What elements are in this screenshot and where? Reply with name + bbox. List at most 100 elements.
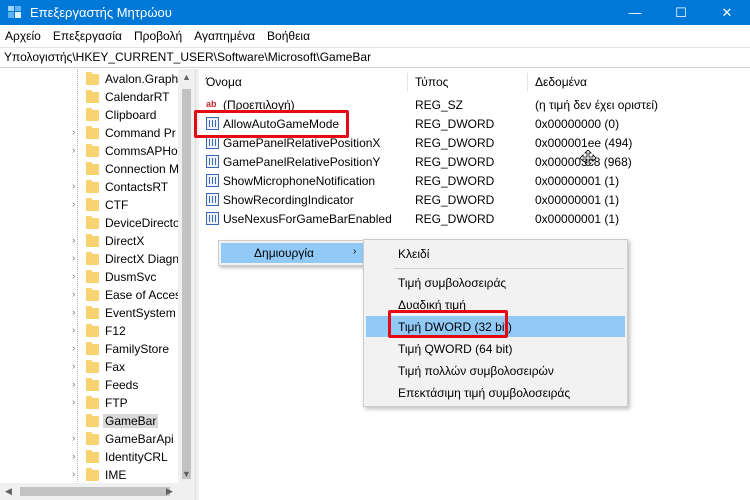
tree-item-label: EventSystem xyxy=(105,306,176,320)
registry-editor-icon xyxy=(8,6,21,18)
key-tree: Avalon.Graph CalendarRT Clipboard › Command … xyxy=(0,70,181,484)
scroll-up-icon[interactable]: ▲ xyxy=(178,69,195,86)
column-header-type[interactable]: Τύπος xyxy=(415,75,448,89)
tree-item[interactable]: Avalon.Graph xyxy=(0,70,178,88)
tree-item[interactable]: › CTF xyxy=(0,196,178,214)
scroll-thumb-horizontal[interactable] xyxy=(20,487,170,496)
chevron-right-icon[interactable]: › xyxy=(72,271,82,283)
menu-item-new[interactable]: Δημιουργία › xyxy=(221,243,363,263)
scroll-left-icon[interactable]: ◀ xyxy=(0,483,17,500)
chevron-right-icon[interactable]: › xyxy=(72,469,82,481)
submenu-item-qword-value[interactable]: Τιμή QWORD (64 bit) xyxy=(366,338,625,359)
tree-item[interactable]: › DirectX Diagn xyxy=(0,250,179,268)
chevron-right-icon[interactable]: › xyxy=(72,235,82,247)
tree-item[interactable]: GameBar xyxy=(0,412,178,430)
menu-item-new-label: Δημιουργία xyxy=(254,246,314,260)
submenu-item-expandable-string-value[interactable]: Επεκτάσιμη τιμή συμβολοσειράς xyxy=(366,382,625,403)
tree-item[interactable]: › IME xyxy=(0,466,178,484)
tree-item[interactable]: › ContactsRT xyxy=(0,178,178,196)
value-row[interactable]: UseNexusForGameBarEnabled REG_DWORD 0x0000… xyxy=(199,209,750,228)
close-button[interactable]: ✕ xyxy=(704,0,750,25)
submenu-item-dword-value[interactable]: Τιμή DWORD (32 bit) xyxy=(366,316,625,337)
close-icon: ✕ xyxy=(721,4,733,20)
column-divider[interactable] xyxy=(527,73,528,91)
tree-item-label: IdentityCRL xyxy=(105,450,168,464)
chevron-right-icon[interactable]: › xyxy=(72,397,82,409)
chevron-right-icon[interactable]: › xyxy=(72,307,82,319)
tree-item-label: Command Pr xyxy=(105,126,176,140)
tree-item[interactable]: › Command Pr xyxy=(0,124,178,142)
new-submenu: Κλειδί Τιμή συμβολοσειράς Δυαδική τιμή Τ… xyxy=(363,239,628,407)
tree-horizontal-scrollbar[interactable]: ◀ ▶ xyxy=(0,483,195,500)
chevron-right-icon[interactable]: › xyxy=(72,127,82,139)
tree-item[interactable]: › IdentityCRL xyxy=(0,448,178,466)
submenu-item-string-value[interactable]: Τιμή συμβολοσειράς xyxy=(366,272,625,293)
folder-icon xyxy=(86,144,99,157)
value-row[interactable]: GamePanelRelativePositionY REG_DWORD 0x000… xyxy=(199,152,750,171)
folder-icon xyxy=(86,198,99,211)
tree-item[interactable]: CalendarRT xyxy=(0,88,178,106)
dword-value-icon xyxy=(206,212,219,225)
value-name: UseNexusForGameBarEnabled xyxy=(223,212,392,226)
tree-item-label: CTF xyxy=(105,198,129,212)
value-type: REG_DWORD xyxy=(415,155,495,169)
folder-icon xyxy=(86,288,99,301)
chevron-right-icon[interactable]: › xyxy=(72,343,82,355)
key-tree-pane[interactable]: Avalon.Graph CalendarRT Clipboard › Command … xyxy=(0,69,195,500)
value-row[interactable]: ShowMicrophoneNotification REG_DWORD 0x000… xyxy=(199,171,750,190)
submenu-item-multi-string-value[interactable]: Τιμή πολλών συμβολοσειρών xyxy=(366,360,625,381)
value-row[interactable]: ShowRecordingIndicator REG_DWORD 0x0000000… xyxy=(199,190,750,209)
tree-item[interactable]: › Fax xyxy=(0,358,178,376)
tree-item[interactable]: › GameBarApi xyxy=(0,430,178,448)
tree-item[interactable]: Connection M xyxy=(0,160,179,178)
chevron-right-icon[interactable]: › xyxy=(72,379,82,391)
value-row[interactable]: GamePanelRelativePositionX REG_DWORD 0x000… xyxy=(199,133,750,152)
tree-vertical-scrollbar[interactable]: ▲ ▼ xyxy=(178,69,195,483)
menu-edit[interactable]: Επεξεργασία xyxy=(47,29,128,43)
chevron-right-icon[interactable]: › xyxy=(72,199,82,211)
tree-item-label: DeviceDirecto xyxy=(105,216,180,230)
value-type: REG_DWORD xyxy=(415,174,495,188)
tree-item[interactable]: › FamilyStore xyxy=(0,340,178,358)
chevron-right-icon[interactable]: › xyxy=(72,181,82,193)
chevron-right-icon[interactable]: › xyxy=(72,145,82,157)
address-bar[interactable]: Υπολογιστής\HKEY_CURRENT_USER\Software\M… xyxy=(0,47,750,68)
tree-item[interactable]: › Ease of Acces xyxy=(0,286,181,304)
submenu-item-key[interactable]: Κλειδί xyxy=(366,243,625,264)
submenu-item-label: Κλειδί xyxy=(398,247,430,261)
chevron-right-icon[interactable]: › xyxy=(72,361,82,373)
chevron-right-icon[interactable]: › xyxy=(72,253,82,265)
menu-file[interactable]: Αρχείο xyxy=(0,29,47,43)
tree-item[interactable]: Clipboard xyxy=(0,106,178,124)
column-header-data[interactable]: Δεδομένα xyxy=(535,75,587,89)
tree-item[interactable]: › EventSystem xyxy=(0,304,178,322)
tree-item[interactable]: DeviceDirecto xyxy=(0,214,180,232)
submenu-item-binary-value[interactable]: Δυαδική τιμή xyxy=(366,294,625,315)
minimize-button[interactable]: — xyxy=(612,0,658,25)
tree-item[interactable]: › DusmSvc xyxy=(0,268,178,286)
folder-icon xyxy=(86,270,99,283)
tree-item[interactable]: › Feeds xyxy=(0,376,178,394)
menu-help[interactable]: Βοήθεια xyxy=(261,29,316,43)
maximize-button[interactable]: ☐ xyxy=(658,0,704,25)
folder-icon xyxy=(86,432,99,445)
menu-favorites[interactable]: Αγαπημένα xyxy=(188,29,261,43)
tree-item[interactable]: › F12 xyxy=(0,322,178,340)
chevron-right-icon[interactable]: › xyxy=(72,433,82,445)
scroll-right-icon[interactable]: ▶ xyxy=(161,483,178,500)
column-divider[interactable] xyxy=(407,73,408,91)
tree-item[interactable]: › DirectX xyxy=(0,232,178,250)
column-header-name[interactable]: Όνομα xyxy=(206,75,242,89)
value-row[interactable]: ab (Προεπιλογή) REG_SZ (η τιμή δεν έχει ορι… xyxy=(199,95,750,114)
scroll-thumb[interactable] xyxy=(182,89,191,479)
menu-view[interactable]: Προβολή xyxy=(128,29,188,43)
scroll-down-icon[interactable]: ▼ xyxy=(178,466,195,483)
value-row[interactable]: AllowAutoGameMode REG_DWORD 0x00000000 (0) xyxy=(199,114,750,133)
chevron-right-icon[interactable]: › xyxy=(72,289,82,301)
tree-item[interactable]: › FTP xyxy=(0,394,178,412)
value-type: REG_DWORD xyxy=(415,193,495,207)
chevron-right-icon[interactable]: › xyxy=(72,451,82,463)
tree-item[interactable]: › CommsAPHo xyxy=(0,142,178,160)
value-data: 0x00000001 (1) xyxy=(535,174,620,188)
chevron-right-icon[interactable]: › xyxy=(72,325,82,337)
